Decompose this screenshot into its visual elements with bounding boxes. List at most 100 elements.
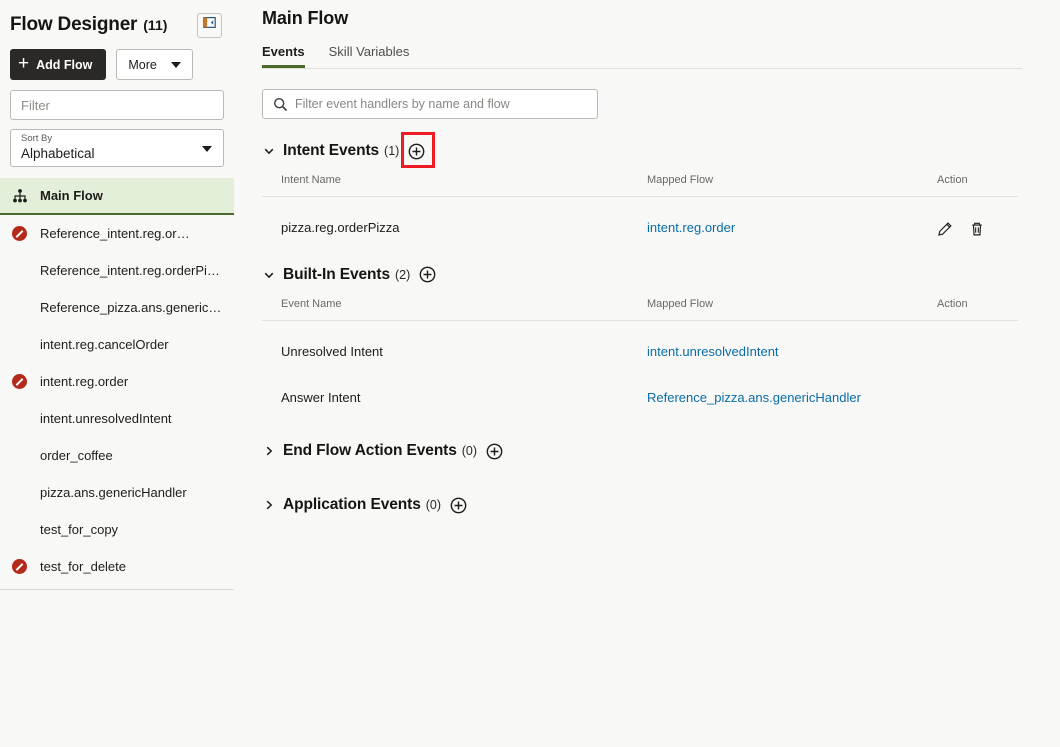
- search-wrap: [262, 89, 1060, 119]
- flow-list-item[interactable]: order_coffee: [0, 437, 234, 474]
- events-table: Event NameMapped FlowActionUnresolved In…: [262, 298, 1018, 413]
- section-application-events: Application Events (0): [262, 496, 1060, 514]
- collapse-panel-button[interactable]: [197, 13, 222, 38]
- collapse-panel-icon: [203, 16, 216, 34]
- sort-by-value: Alphabetical: [21, 145, 197, 162]
- flow-list-item[interactable]: Main Flow: [0, 178, 234, 215]
- section-count: (1): [384, 144, 399, 158]
- table-header-row: Intent NameMapped FlowAction: [262, 174, 1018, 197]
- search-input[interactable]: [295, 97, 597, 111]
- section-header: Intent Events (1): [262, 142, 1060, 160]
- action-cell: [937, 197, 1018, 243]
- chevron-right-icon[interactable]: [262, 499, 276, 511]
- section-title: Built-In Events: [283, 266, 390, 284]
- search-box[interactable]: [262, 89, 598, 119]
- filter-field-wrap: [0, 80, 234, 120]
- table-row: Unresolved Intentintent.unresolvedIntent: [262, 320, 1018, 366]
- no-entry-icon: [12, 226, 40, 241]
- add-event-button[interactable]: [450, 497, 467, 514]
- flow-count: (11): [143, 17, 167, 33]
- event-name-cell: Unresolved Intent: [262, 320, 647, 366]
- events-table: Intent NameMapped FlowActionpizza.reg.or…: [262, 174, 1018, 243]
- add-event-button[interactable]: [408, 143, 425, 160]
- table-row: pizza.reg.orderPizzaintent.reg.order: [262, 197, 1018, 243]
- flow-tree-icon: [12, 188, 40, 204]
- section-count: (0): [426, 498, 441, 512]
- action-cell: [937, 320, 1018, 366]
- sort-by-label: Sort By: [21, 133, 197, 145]
- plus-icon: +: [18, 54, 29, 73]
- no-entry-icon: [12, 559, 40, 574]
- sort-by-wrap: Sort By Alphabetical: [0, 120, 234, 167]
- flow-list-item[interactable]: test_for_delete: [0, 548, 234, 585]
- flow-list-item-label: intent.reg.cancelOrder: [40, 337, 169, 352]
- sort-by-select[interactable]: Sort By Alphabetical: [10, 129, 224, 167]
- tab-skill-variables[interactable]: Skill Variables: [329, 44, 410, 68]
- sidebar-action-bar: + Add Flow More: [0, 40, 234, 80]
- chevron-down-icon[interactable]: [262, 145, 276, 157]
- add-flow-label: Add Flow: [36, 58, 92, 72]
- search-icon: [273, 97, 288, 117]
- flow-list-item-label: order_coffee: [40, 448, 113, 463]
- flow-list-item[interactable]: pizza.ans.genericHandler: [0, 474, 234, 511]
- table-header-row: Event NameMapped FlowAction: [262, 298, 1018, 321]
- section-count: (2): [395, 268, 410, 282]
- flow-list-item-label: test_for_copy: [40, 522, 118, 537]
- column-header: Action: [937, 174, 1018, 197]
- main-flow-title: Main Flow: [262, 0, 1060, 29]
- column-header: Intent Name: [262, 174, 647, 197]
- flow-list-item-label: pizza.ans.genericHandler: [40, 485, 187, 500]
- flow-list-item-label: Reference_intent.reg.or…: [40, 226, 190, 241]
- flow-list-item-label: intent.reg.order: [40, 374, 128, 389]
- delete-icon[interactable]: [969, 221, 985, 237]
- chevron-down-icon: [202, 146, 212, 152]
- section-intent-events: Intent Events (1) Intent NameMapped FlowAc…: [262, 142, 1060, 243]
- add-event-button[interactable]: [486, 443, 503, 460]
- mapped-flow-cell: intent.unresolvedIntent: [647, 320, 937, 366]
- filter-input[interactable]: [10, 90, 224, 120]
- section-title: End Flow Action Events: [283, 442, 457, 460]
- section-header: End Flow Action Events (0): [262, 442, 1060, 460]
- flow-list-item[interactable]: intent.reg.cancelOrder: [0, 326, 234, 363]
- main-content: Main Flow Events Skill Variables Intent E…: [234, 0, 1060, 747]
- event-name-cell: Answer Intent: [262, 366, 647, 412]
- edit-icon[interactable]: [937, 221, 953, 237]
- page-title: Flow Designer: [10, 14, 137, 36]
- flow-list-item-label: intent.unresolvedIntent: [40, 411, 172, 426]
- tab-events[interactable]: Events: [262, 44, 305, 68]
- more-button[interactable]: More: [116, 49, 192, 80]
- add-flow-button[interactable]: + Add Flow: [10, 49, 106, 80]
- no-entry-icon: [12, 374, 40, 389]
- flow-list-item-label: Main Flow: [40, 188, 103, 203]
- section-count: (0): [462, 444, 477, 458]
- sidebar: Flow Designer (11) + Add Flow More: [0, 0, 234, 747]
- chevron-right-icon[interactable]: [262, 445, 276, 457]
- flow-list-item[interactable]: intent.reg.order: [0, 363, 234, 400]
- section-built-in-events: Built-In Events(2)Event NameMapped FlowA…: [262, 266, 1060, 413]
- add-event-button[interactable]: [419, 266, 436, 283]
- mapped-flow-link[interactable]: intent.reg.order: [647, 220, 735, 235]
- chevron-down-icon[interactable]: [262, 269, 276, 281]
- section-title: Application Events: [283, 496, 421, 514]
- flow-designer-app: Flow Designer (11) + Add Flow More: [0, 0, 1060, 747]
- flow-list-item[interactable]: Reference_intent.reg.or…: [0, 215, 234, 252]
- flow-list: Main Flow Reference_intent.reg.or… Referen…: [0, 178, 234, 585]
- flow-list-item-label: test_for_delete: [40, 559, 126, 574]
- mapped-flow-link[interactable]: intent.unresolvedIntent: [647, 344, 779, 359]
- column-header: Mapped Flow: [647, 174, 937, 197]
- action-icons: [937, 219, 1018, 237]
- sidebar-header: Flow Designer (11): [0, 0, 234, 40]
- section-end-flow-action-events: End Flow Action Events (0): [262, 442, 1060, 460]
- section-header: Application Events (0): [262, 496, 1060, 514]
- flow-list-item[interactable]: Reference_pizza.ans.generic…: [0, 289, 234, 326]
- column-header: Event Name: [262, 298, 647, 321]
- column-header: Mapped Flow: [647, 298, 937, 321]
- event-name-cell: pizza.reg.orderPizza: [262, 197, 647, 243]
- section-title: Intent Events: [283, 142, 379, 160]
- flow-list-item-label: Reference_intent.reg.orderPi…: [40, 263, 220, 278]
- mapped-flow-link[interactable]: Reference_pizza.ans.genericHandler: [647, 390, 861, 405]
- more-label: More: [128, 58, 156, 72]
- flow-list-item[interactable]: intent.unresolvedIntent: [0, 400, 234, 437]
- flow-list-item[interactable]: test_for_copy: [0, 511, 234, 548]
- flow-list-item[interactable]: Reference_intent.reg.orderPi…: [0, 252, 234, 289]
